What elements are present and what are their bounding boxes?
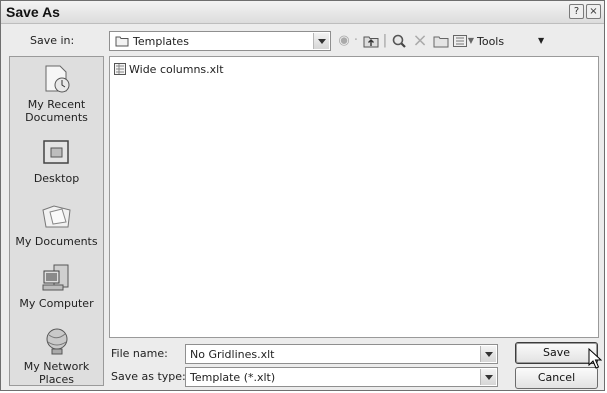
save-as-dialog: Save As ? × Save in: Templates ◉ · | × ▼… [0,0,605,391]
place-my-recent-documents[interactable]: My Recent Documents [10,63,103,124]
up-one-level-icon[interactable] [362,32,380,50]
recent-documents-icon [45,65,69,93]
place-label: My Documents [15,235,98,248]
places-bar: My Recent Documents Desktop My Documents [9,56,104,386]
save-as-type-dropdown[interactable]: Template (*.xlt) [185,367,498,387]
back-dropdown-icon[interactable]: · [351,32,361,50]
place-my-network-places[interactable]: My Network Places [10,325,103,386]
file-name-value: No Gridlines.xlt [190,348,275,361]
place-desktop[interactable]: Desktop [10,137,103,185]
views-dropdown-icon[interactable]: ▼ [467,32,475,50]
my-documents-icon [41,205,71,228]
place-label: Documents [25,111,88,124]
place-label: Places [39,373,74,386]
file-name-label: File name: [111,347,168,360]
place-my-computer[interactable]: My Computer [10,262,103,310]
chevron-down-icon[interactable] [480,346,496,362]
tools-menu[interactable]: Tools [477,35,504,48]
save-in-value: Templates [133,35,189,48]
file-name-field[interactable]: No Gridlines.xlt [185,344,498,364]
tools-dropdown-icon[interactable]: ▼ [538,36,544,45]
search-web-icon[interactable] [390,32,408,50]
place-label: My Recent [27,98,86,111]
save-button[interactable]: Save [515,342,598,364]
place-label: My Computer [19,297,94,310]
toolbar-separator: | [382,33,388,48]
save-as-type-value: Template (*.xlt) [190,371,276,384]
save-in-label: Save in: [30,34,75,47]
cancel-button[interactable]: Cancel [515,367,598,389]
mouse-cursor-icon [588,348,602,369]
help-button[interactable]: ? [569,4,584,19]
place-label: Desktop [33,172,80,185]
desktop-icon [42,140,69,164]
excel-template-icon [114,63,126,75]
file-name: Wide columns.xlt [129,63,224,76]
folder-icon [115,36,129,47]
save-in-dropdown[interactable]: Templates [109,31,331,51]
place-label: My Network [23,360,90,373]
delete-icon[interactable]: × [411,32,429,50]
close-button[interactable]: × [586,4,601,19]
list-item[interactable]: Wide columns.xlt [114,62,224,78]
dialog-title: Save As [6,4,60,20]
place-my-documents[interactable]: My Documents [10,200,103,248]
network-places-icon [46,328,67,355]
new-folder-icon[interactable] [432,32,450,50]
title-bar: Save As ? × [1,1,604,24]
save-as-type-label: Save as type: [111,370,186,383]
my-computer-icon [42,264,68,291]
file-list[interactable]: Wide columns.xlt [109,56,599,338]
chevron-down-icon[interactable] [313,33,329,49]
chevron-down-icon[interactable] [480,369,496,385]
